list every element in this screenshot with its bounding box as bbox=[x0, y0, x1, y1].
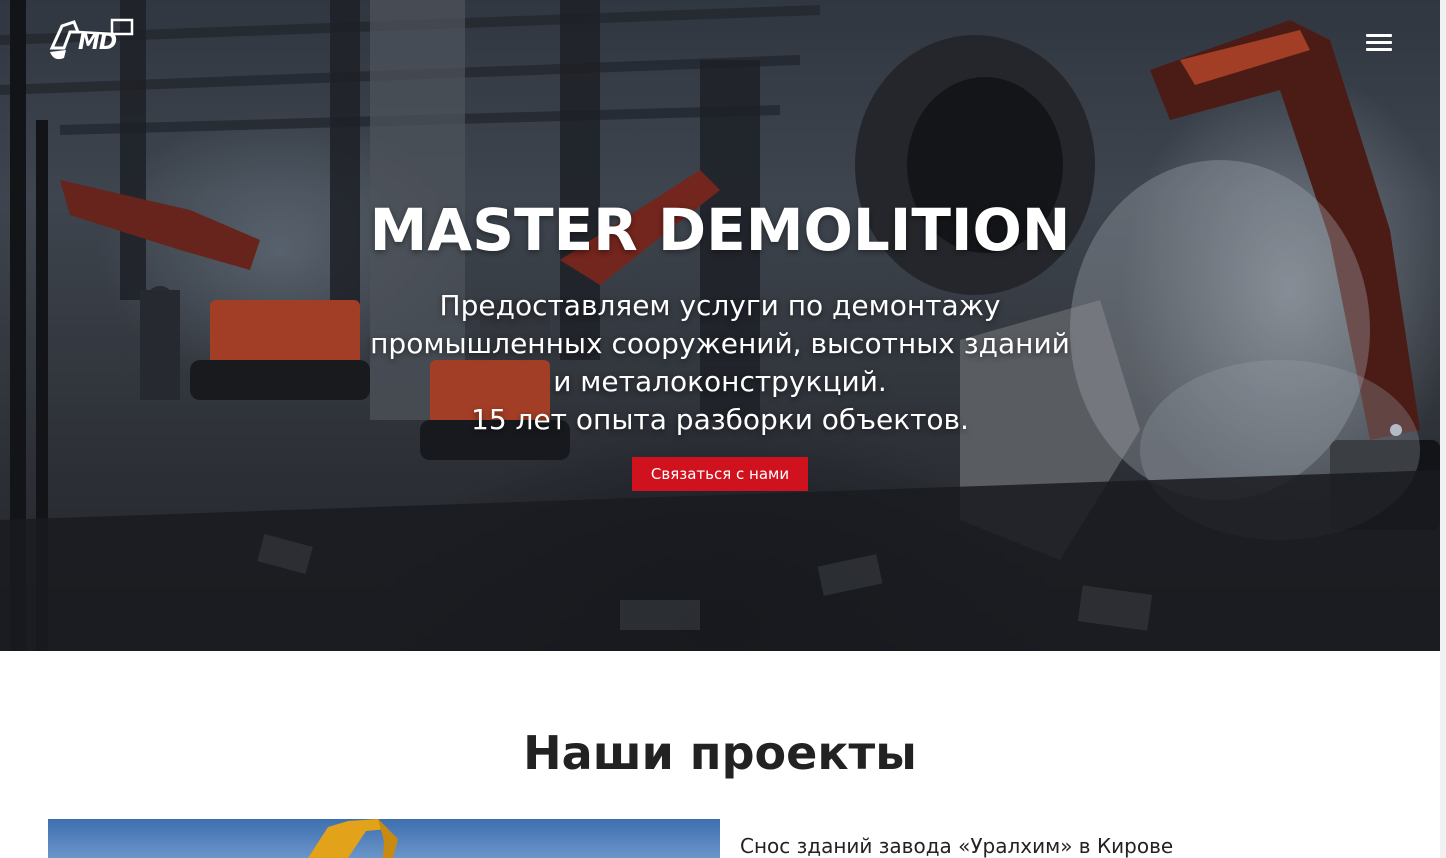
projects-section-title: Наши проекты bbox=[523, 726, 917, 780]
hero-title: MASTER DEMOLITION bbox=[369, 196, 1071, 264]
page-scrollbar[interactable] bbox=[1440, 0, 1446, 858]
hamburger-menu-icon[interactable] bbox=[1366, 32, 1394, 52]
project-title[interactable]: Снос зданий завода «Уралхим» в Кирове bbox=[740, 834, 1173, 858]
hero-subtitle-line: Предоставляем услуги по демонтажу bbox=[439, 289, 1001, 322]
contact-us-button[interactable]: Связаться с нами bbox=[632, 457, 808, 491]
hero-subtitle: Предоставляем услуги по демонтажу промыш… bbox=[0, 287, 1440, 439]
hero-subtitle-line: и металоконструкций. bbox=[553, 365, 887, 398]
hero-subtitle-line: промышленных сооружений, высотных зданий bbox=[370, 327, 1070, 360]
logo-text: MD bbox=[78, 30, 117, 55]
hero-section: MD MASTER DEMOLITION Предоставляем услуг… bbox=[0, 0, 1440, 651]
hero-subtitle-line: 15 лет опыта разборки объектов. bbox=[471, 403, 969, 436]
excavator-photo bbox=[308, 819, 398, 858]
company-logo[interactable]: MD bbox=[48, 18, 152, 64]
project-thumbnail[interactable] bbox=[48, 819, 720, 858]
